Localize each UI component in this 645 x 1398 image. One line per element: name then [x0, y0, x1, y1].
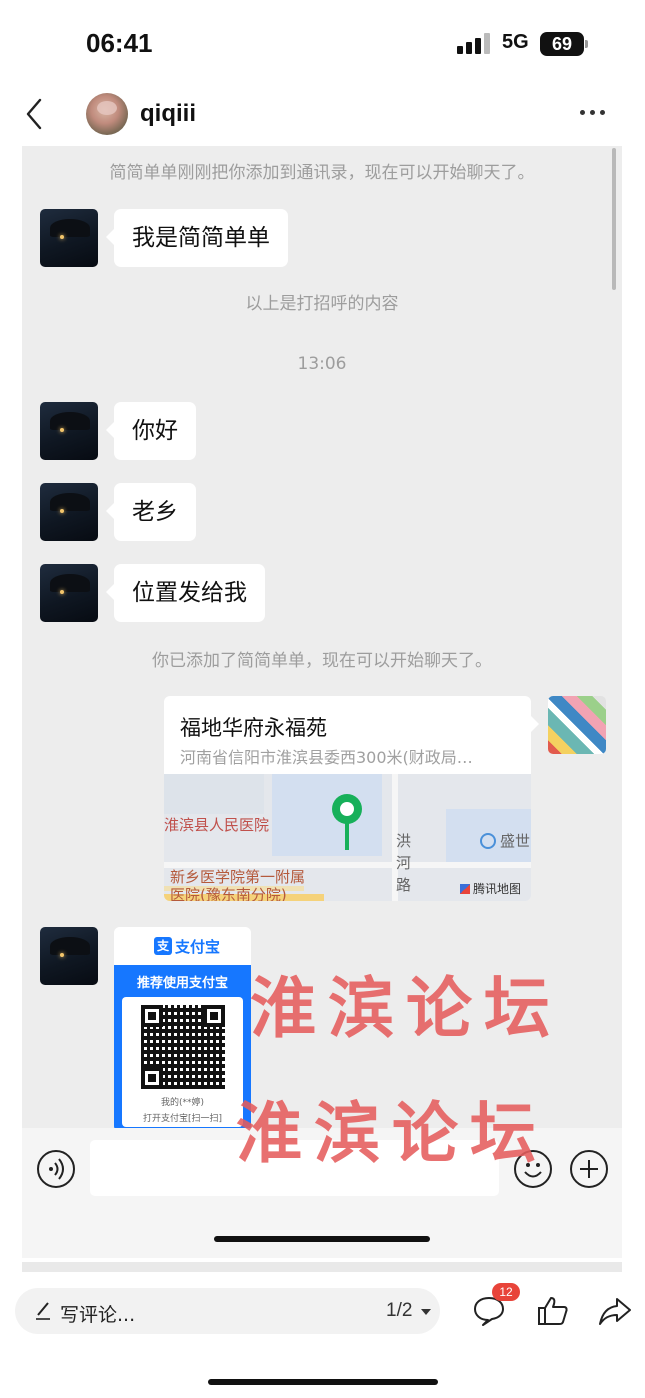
alipay-brand: 支付宝: [175, 938, 221, 956]
network-type: 5G: [502, 31, 529, 53]
share-icon[interactable]: [598, 1294, 632, 1328]
thumbs-up-icon[interactable]: [536, 1294, 570, 1328]
alipay-qr-card[interactable]: 支 支付宝 推荐使用支付宝 我的(**婷) 打开支付宝[扫一扫]: [114, 927, 251, 1132]
watermark-text: 淮滨论坛: [250, 969, 562, 1047]
contact-name: qiqiii: [140, 100, 196, 127]
page-indicator[interactable]: 1/2: [386, 1300, 412, 1322]
qr-caption: 我的(**婷): [160, 1098, 205, 1108]
system-message: 你已添加了简简单单，现在可以开始聊天了。: [152, 651, 492, 671]
location-card-tail: [531, 716, 539, 732]
alipay-header: 支 支付宝: [114, 927, 251, 965]
location-address: 河南省信阳市淮滨县委西300米(财政局…: [180, 748, 473, 767]
more-dots-icon[interactable]: [580, 110, 608, 118]
contact-avatar[interactable]: [86, 93, 128, 135]
screenshot-bottom-band: [22, 1262, 622, 1272]
contact-chat-avatar[interactable]: [40, 564, 98, 622]
qr-code: [141, 1005, 225, 1089]
comment-count-badge: 12: [492, 1283, 520, 1301]
chat-scrollbar[interactable]: [612, 148, 616, 290]
map-label-hospital: 淮滨县人民医院: [164, 816, 270, 834]
qr-scan-hint: 打开支付宝[扫一扫]: [142, 1114, 223, 1124]
chevron-left-icon[interactable]: [22, 96, 54, 132]
map-pin-icon: [332, 794, 362, 850]
comment-placeholder[interactable]: 写评论...: [60, 1300, 135, 1327]
message-bubble[interactable]: 老乡: [106, 483, 196, 541]
voice-icon[interactable]: [37, 1150, 75, 1188]
alipay-banner: 推荐使用支付宝: [136, 976, 228, 991]
status-time: 06:41: [86, 28, 153, 58]
system-message: 简简单单刚刚把你添加到通讯录，现在可以开始聊天了。: [109, 163, 535, 183]
contact-chat-avatar[interactable]: [40, 402, 98, 460]
message-bubble[interactable]: 你好: [106, 402, 196, 460]
signal-icon: [457, 32, 491, 54]
location-card[interactable]: 福地华府永福苑 河南省信阳市淮滨县委西300米(财政局… 淮滨县人民医院 洪 河…: [164, 696, 531, 901]
pen-icon: [35, 1300, 51, 1320]
location-map[interactable]: 淮滨县人民医院 洪 河 路 盛世 新乡医学院第一附属 医院(豫东南分院) 腾讯地…: [164, 774, 531, 901]
map-label-shengshi: 盛世: [480, 830, 530, 852]
message-bubble[interactable]: 我是简简单单: [106, 209, 288, 267]
map-brand: 腾讯地图: [460, 880, 521, 897]
battery-nub: [585, 40, 588, 48]
map-label-xinxiang-branch: 医院(豫东南分院): [170, 886, 287, 901]
alipay-logo-icon: 支: [154, 937, 172, 955]
battery-icon: 69: [540, 32, 584, 56]
qr-code-box: 我的(**婷) 打开支付宝[扫一扫]: [122, 997, 243, 1127]
location-title: 福地华府永福苑: [180, 716, 327, 740]
message-bubble[interactable]: 位置发给我: [106, 564, 265, 622]
message-timestamp: 13:06: [297, 354, 347, 374]
watermark-text: 淮滨论坛: [236, 1094, 548, 1172]
plus-icon[interactable]: [570, 1150, 608, 1188]
home-indicator: [208, 1379, 438, 1385]
chevron-down-icon[interactable]: [421, 1309, 431, 1315]
map-label-road: 洪 河 路: [396, 832, 412, 894]
system-message: 以上是打招呼的内容: [245, 294, 399, 314]
self-chat-avatar[interactable]: [548, 696, 606, 754]
contact-chat-avatar[interactable]: [40, 483, 98, 541]
contact-chat-avatar[interactable]: [40, 927, 98, 985]
contact-chat-avatar[interactable]: [40, 209, 98, 267]
home-indicator-inner: [214, 1236, 430, 1242]
